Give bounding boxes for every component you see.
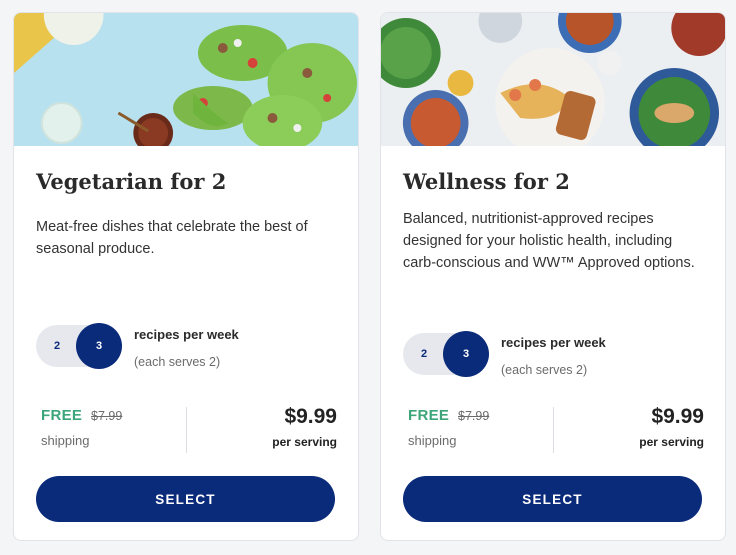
- price-unit: per serving: [272, 435, 337, 449]
- recipes-per-week-label: recipes per week: [134, 327, 239, 342]
- shipping-label: shipping: [408, 433, 457, 448]
- select-button[interactable]: SELECT: [36, 476, 335, 522]
- price-per-serving: $9.99: [651, 405, 704, 428]
- original-shipping-price: $7.99: [91, 409, 123, 423]
- original-shipping-price: $7.99: [458, 409, 490, 423]
- serves-label: (each serves 2): [501, 363, 588, 377]
- price-divider: [553, 407, 554, 453]
- vegetarian-food-photo: [14, 13, 358, 146]
- plan-card-vegetarian: Vegetarian for 2 Meat-free dishes that c…: [13, 12, 359, 541]
- plan-title: Vegetarian for 2: [36, 169, 227, 194]
- free-shipping-label: FREE: [41, 407, 83, 424]
- shipping-label: shipping: [41, 433, 90, 448]
- recipes-option-2[interactable]: 2: [36, 325, 78, 367]
- serves-label: (each serves 2): [134, 355, 221, 369]
- recipes-option-3-selected[interactable]: 3: [443, 331, 489, 377]
- plan-title: Wellness for 2: [403, 169, 570, 194]
- recipes-per-week-toggle[interactable]: 2 3: [403, 331, 489, 377]
- recipes-option-3-selected[interactable]: 3: [76, 323, 122, 369]
- plan-description: Meat-free dishes that celebrate the best…: [36, 219, 308, 257]
- plan-description: Balanced, nutritionist-approved recipes …: [403, 211, 695, 271]
- plan-card-wellness: Wellness for 2 Balanced, nutritionist-ap…: [380, 12, 726, 541]
- recipes-per-week-label: recipes per week: [501, 335, 606, 350]
- price-divider: [186, 407, 187, 453]
- pricing-row: FREE $7.99 shipping $9.99 per serving: [36, 405, 338, 453]
- recipes-per-week-toggle[interactable]: 2 3: [36, 323, 122, 369]
- price-per-serving: $9.99: [284, 405, 337, 428]
- wellness-food-photo: [381, 13, 725, 146]
- select-button[interactable]: SELECT: [403, 476, 702, 522]
- recipes-option-2[interactable]: 2: [403, 333, 445, 375]
- free-shipping-label: FREE: [408, 407, 450, 424]
- pricing-row: FREE $7.99 shipping $9.99 per serving: [403, 405, 705, 453]
- recipes-info: recipes per week (each serves 2): [501, 335, 606, 378]
- price-unit: per serving: [639, 435, 704, 449]
- recipes-info: recipes per week (each serves 2): [134, 327, 239, 370]
